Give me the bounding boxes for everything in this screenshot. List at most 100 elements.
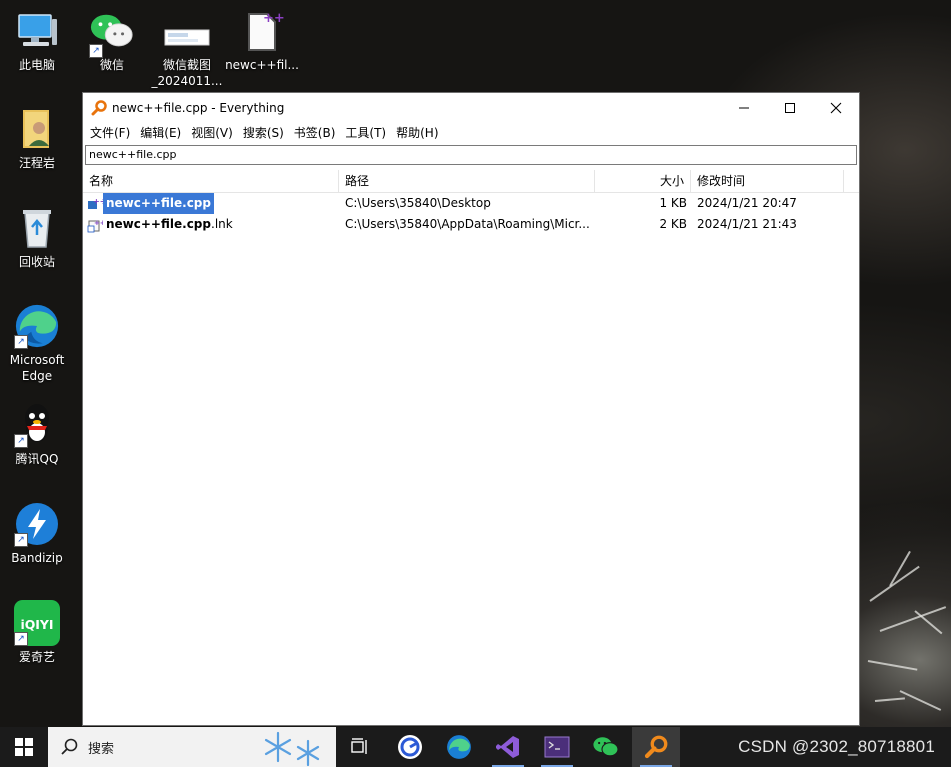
wechat-icon: ↗ [89,8,135,58]
results-header: 名称 路径 大小 修改时间 [83,170,859,193]
desktop-icon-cpp-file[interactable]: ++ newc++fil... [225,8,299,73]
menu-file[interactable]: 文件(F) [87,124,137,141]
bandizip-icon: ↗ [14,501,60,547]
menu-view[interactable]: 视图(V) [188,124,240,141]
desktop-icon-user-folder[interactable]: 汪程岩 [0,106,74,171]
result-size: 1 KB [659,196,687,210]
result-row[interactable]: ++ newc++file.cpp C:\Users\35840\Desktop… [83,193,859,214]
user-folder-icon [14,106,60,152]
iqiyi-icon: iQIYI ↗ [14,600,60,646]
column-header-modified[interactable]: 修改时间 [691,170,844,192]
cpp-file-icon: ++ [88,197,103,209]
minimize-button[interactable] [721,93,767,122]
desktop-icon-iqiyi[interactable]: iQIYI ↗ 爱奇艺 [0,600,74,665]
desktop-icon-label: Bandizip [11,551,63,565]
shortcut-file-icon: ++ [87,219,103,232]
result-path: C:\Users\35840\Desktop [345,196,491,210]
svg-text:++: ++ [93,197,103,206]
menu-edit[interactable]: 编辑(E) [137,124,188,141]
visual-studio-icon [496,736,519,758]
edge-icon: ↗ [14,303,60,349]
result-size: 2 KB [659,217,687,231]
wechat-icon [593,737,619,757]
taskbar-terminal[interactable] [533,727,581,767]
edge-icon [447,735,471,759]
window-title: newc++file.cpp - Everything [112,100,285,115]
taskbar-edge[interactable] [435,727,483,767]
desktop-icon-label: newc++fil... [225,58,299,72]
everything-window: newc++file.cpp - Everything 文件(F) 编辑(E) … [82,92,860,726]
desktop-icon-label: 腾讯QQ [15,452,59,466]
result-name-cell: ++ newc++file.cpp [87,193,337,214]
desktop-icon-label: 回收站 [18,255,55,269]
menu-bookmarks[interactable]: 书签(B) [291,124,343,141]
column-header-size[interactable]: 大小 [595,170,691,192]
result-path: C:\Users\35840\AppData\Roaming\Micr... [345,217,590,231]
shortcut-arrow-icon: ↗ [14,335,28,349]
taskbar-visual-studio[interactable] [484,727,532,767]
desktop-icon-this-pc[interactable]: 此电脑 [0,8,74,73]
desktop-icon-bandizip[interactable]: ↗ Bandizip [0,501,74,566]
maximize-icon [785,102,795,113]
menu-tools[interactable]: 工具(T) [342,124,393,141]
close-icon [830,102,842,113]
menu-bar: 文件(F) 编辑(E) 视图(V) 搜索(S) 书签(B) 工具(T) 帮助(H… [83,122,859,142]
desktop-icon-label: 此电脑 [18,58,55,72]
svg-text:++: ++ [94,219,103,227]
shortcut-arrow-icon: ↗ [14,632,28,646]
recycle-bin-icon [14,205,60,251]
title-bar[interactable]: newc++file.cpp - Everything [83,93,859,122]
taskbar-everything[interactable] [632,727,680,767]
result-name-match: newc++file.cpp [106,217,211,231]
desktop-icon-label: 爱奇艺 [18,650,55,664]
task-view-button[interactable] [336,727,384,767]
result-name: newc++file.cpp [102,193,215,214]
column-header-name[interactable]: 名称 [83,170,339,192]
computer-icon [14,8,60,54]
minimize-icon [739,107,749,108]
shortcut-arrow-icon: ↗ [89,44,103,58]
snowflake-icon [264,731,320,767]
image-file-icon [164,8,210,54]
everything-icon [644,735,668,759]
desktop-icon-edge[interactable]: ↗ Microsoft Edge [0,303,74,384]
magnifier-icon [91,99,107,115]
shortcut-arrow-icon: ↗ [14,434,28,448]
browser-icon [398,735,422,759]
qq-icon: ↗ [14,402,60,448]
close-button[interactable] [813,93,859,122]
desktop-icon-wechat[interactable]: ↗ 微信 [75,8,149,73]
shortcut-arrow-icon: ↗ [14,533,28,547]
result-modified: 2024/1/21 20:47 [697,196,797,210]
search-input[interactable]: newc++file.cpp [85,145,857,165]
svg-text:++: ++ [263,11,285,26]
svg-text:iQIYI: iQIYI [20,617,53,632]
taskbar-search-label: 搜索 [88,741,115,757]
taskbar: 搜索 CSDN @2302_80718801 [0,727,951,767]
search-icon [61,738,78,755]
task-view-icon [351,738,367,754]
result-name-cell: ++ newc++file.cpp.lnk [87,214,337,235]
desktop-icon-qq[interactable]: ↗ 腾讯QQ [0,402,74,467]
menu-help[interactable]: 帮助(H) [393,124,445,141]
taskbar-search-box[interactable]: 搜索 [48,727,336,767]
start-button[interactable] [0,727,48,767]
desktop-icon-label: 汪程岩 [18,156,55,170]
desktop-icon-recycle-bin[interactable]: 回收站 [0,205,74,270]
result-name-extension: .lnk [211,217,233,231]
desktop-icon-screenshot[interactable]: 微信截图 _2024011... [150,8,224,89]
desktop-icon-label: Microsoft Edge [9,353,65,383]
desktop-icon-label: 微信截图 _2024011... [151,58,223,88]
desktop-icon-label: 微信 [99,58,124,72]
cpp-file-icon: ++ [239,8,285,54]
column-header-path[interactable]: 路径 [339,170,595,192]
maximize-button[interactable] [767,93,813,122]
result-name: newc++file.cpp.lnk [103,214,233,235]
menu-search[interactable]: 搜索(S) [240,124,291,141]
result-modified: 2024/1/21 21:43 [697,217,797,231]
terminal-icon [544,736,570,758]
result-row[interactable]: ++ newc++file.cpp.lnk C:\Users\35840\App… [83,214,859,235]
watermark-text: CSDN @2302_80718801 [738,737,935,756]
taskbar-browser[interactable] [386,727,434,767]
taskbar-wechat[interactable] [582,727,630,767]
